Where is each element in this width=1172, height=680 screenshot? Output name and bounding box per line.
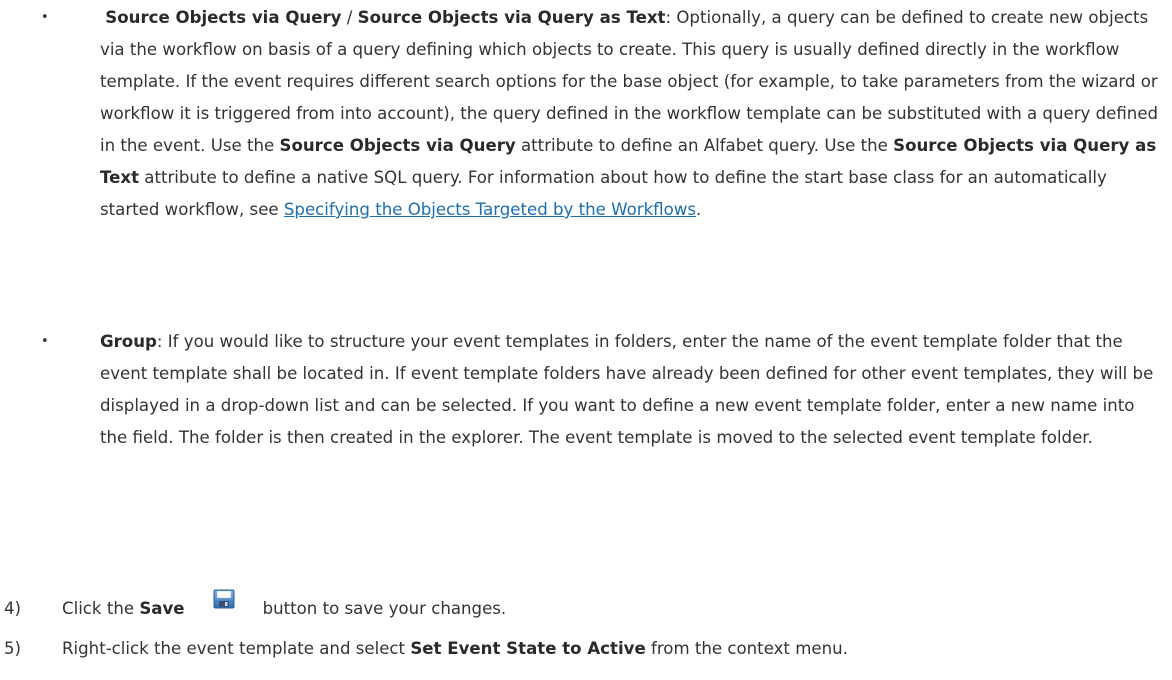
term-group: Group	[100, 332, 157, 351]
paragraph-text: Optionally, a query can be defined to cr…	[100, 8, 1159, 155]
bullet-marker: •	[41, 10, 49, 25]
step-text-before: Click the	[62, 599, 140, 618]
inline-term-source-objects-via-query: Source Objects via Query	[279, 136, 516, 155]
bullet-paragraph: Group: If you would like to structure yo…	[100, 326, 1160, 454]
document-page: • Source Objects via Query / Source Obje…	[0, 0, 1172, 680]
set-event-state-active-label: Set Event State to Active	[410, 639, 646, 658]
paragraph-text: If you would like to structure your even…	[100, 332, 1154, 447]
save-icon[interactable]	[213, 588, 235, 608]
step-text-after: button to save your changes.	[262, 599, 507, 618]
paragraph-text: attribute to define an Alfabet query. Us…	[515, 136, 894, 155]
bullet-paragraph: Source Objects via Query / Source Object…	[100, 2, 1160, 226]
step-number: 4)	[4, 599, 22, 618]
term-source-objects-via-query: Source Objects via Query	[105, 8, 342, 27]
step-number: 5)	[4, 639, 22, 658]
term-source-objects-via-query-as-text: Source Objects via Query as Text	[357, 8, 666, 27]
link-specifying-objects-targeted[interactable]: Specifying the Objects Targeted by the W…	[284, 200, 696, 219]
bullet-marker: •	[41, 334, 49, 349]
paragraph-period: .	[696, 200, 702, 219]
term-separator: /	[341, 8, 358, 27]
step-text: Click the Save button to save your chang…	[62, 589, 507, 625]
save-label: Save	[139, 599, 185, 618]
step-text-before: Right-click the event template and selec…	[62, 639, 411, 658]
step-text-after: from the context menu.	[645, 639, 848, 658]
step-text: Right-click the event template and selec…	[62, 633, 848, 665]
